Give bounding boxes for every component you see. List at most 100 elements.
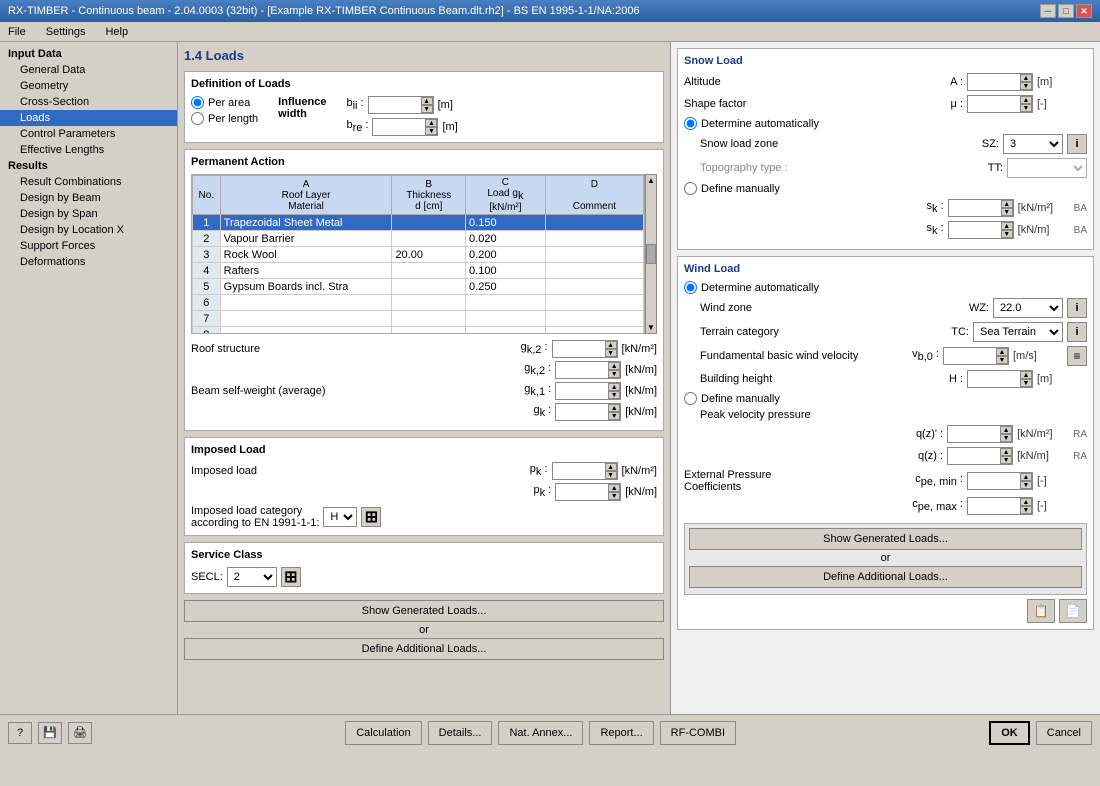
help-icon-button[interactable]: ? bbox=[8, 722, 32, 744]
minimize-button[interactable]: ─ bbox=[1040, 4, 1056, 18]
row-comment[interactable] bbox=[545, 231, 643, 247]
category-info-button[interactable]: ⊞ bbox=[361, 507, 381, 527]
b-re-input[interactable]: 1.900 bbox=[373, 119, 425, 135]
tc-select[interactable]: Sea Terrain0IIIIIIIV bbox=[973, 322, 1063, 342]
tt-select[interactable] bbox=[1007, 158, 1087, 178]
gk1-down[interactable]: ▼ bbox=[608, 391, 620, 399]
cpe-min-up[interactable]: ▲ bbox=[1020, 473, 1032, 481]
row-comment[interactable] bbox=[545, 247, 643, 263]
qz1-up[interactable]: ▲ bbox=[1000, 426, 1012, 434]
gk1-input[interactable]: 0.257 bbox=[556, 383, 608, 399]
snow-manual-radio[interactable]: Define manually bbox=[684, 182, 1087, 195]
wind-manual-radio[interactable]: Define manually bbox=[684, 392, 1087, 405]
gk1-up[interactable]: ▲ bbox=[608, 383, 620, 391]
sz-select[interactable]: 1234 bbox=[1003, 134, 1063, 154]
b-ii-up[interactable]: ▲ bbox=[421, 97, 433, 105]
wz-select[interactable]: 22.01234 bbox=[993, 298, 1063, 318]
gk-up[interactable]: ▲ bbox=[608, 404, 620, 412]
row-thickness[interactable]: 20.00 bbox=[392, 247, 466, 263]
ok-button[interactable]: OK bbox=[989, 721, 1030, 745]
wind-manual-input[interactable] bbox=[684, 392, 697, 405]
qz2-up[interactable]: ▲ bbox=[1000, 448, 1012, 456]
print-icon-button[interactable]: 🖨 bbox=[68, 722, 92, 744]
row-material[interactable]: Rock Wool bbox=[220, 247, 392, 263]
sidebar-item-deformations[interactable]: Deformations bbox=[0, 254, 177, 270]
vb0-down[interactable]: ▼ bbox=[996, 356, 1008, 364]
table-row[interactable]: 3 Rock Wool 20.00 0.200 bbox=[193, 247, 644, 263]
table-row[interactable]: 7 bbox=[193, 311, 644, 327]
table-row[interactable]: 5 Gypsum Boards incl. Stra 0.250 bbox=[193, 279, 644, 295]
altitude-down[interactable]: ▼ bbox=[1020, 82, 1032, 90]
sk1-down[interactable]: ▼ bbox=[1001, 208, 1013, 216]
sidebar-item-design-by-beam[interactable]: Design by Beam bbox=[0, 190, 177, 206]
cancel-button[interactable]: Cancel bbox=[1036, 721, 1092, 745]
row-material[interactable]: Trapezoidal Sheet Metal bbox=[220, 215, 392, 231]
cpe-min-down[interactable]: ▼ bbox=[1020, 481, 1032, 489]
right-icon-1[interactable]: 📋 bbox=[1027, 599, 1055, 623]
row-load[interactable]: 0.020 bbox=[466, 231, 546, 247]
b-re-up[interactable]: ▲ bbox=[425, 119, 437, 127]
h-down[interactable]: ▼ bbox=[1020, 379, 1032, 387]
wind-auto-radio[interactable]: Determine automatically bbox=[684, 281, 1087, 294]
close-button[interactable]: ✕ bbox=[1076, 4, 1092, 18]
radio-per-area[interactable]: Per area bbox=[191, 96, 258, 109]
sidebar-item-support-forces[interactable]: Support Forces bbox=[0, 238, 177, 254]
scroll-thumb[interactable] bbox=[646, 244, 656, 264]
maximize-button[interactable]: □ bbox=[1058, 4, 1074, 18]
gk2b-up[interactable]: ▲ bbox=[608, 362, 620, 370]
b-ii-input[interactable]: 1.700 bbox=[369, 97, 421, 113]
vb0-calc-button[interactable]: ≡ bbox=[1067, 346, 1087, 366]
pk1-input[interactable]: 0.000 bbox=[553, 463, 605, 479]
table-row[interactable]: 6 bbox=[193, 295, 644, 311]
qz1-input[interactable]: 1.285 bbox=[948, 426, 1000, 442]
sz-info-button[interactable]: i bbox=[1067, 134, 1087, 154]
secl-select[interactable]: 1 2 3 bbox=[227, 567, 277, 587]
nat-annex-button[interactable]: Nat. Annex... bbox=[498, 721, 583, 745]
category-select[interactable]: H ABCDE bbox=[323, 507, 357, 527]
table-row[interactable]: 4 Rafters 0.100 bbox=[193, 263, 644, 279]
right-define-loads-button[interactable]: Define Additional Loads... bbox=[689, 566, 1082, 588]
scroll-down[interactable]: ▼ bbox=[647, 323, 655, 332]
b-re-down[interactable]: ▼ bbox=[425, 127, 437, 135]
row-load[interactable]: 0.150 bbox=[466, 215, 546, 231]
sidebar-item-loads[interactable]: Loads bbox=[0, 110, 177, 126]
pk2-down[interactable]: ▼ bbox=[608, 492, 620, 500]
pk2-input[interactable]: 0.000 bbox=[556, 484, 608, 500]
sidebar-item-result-combinations[interactable]: Result Combinations bbox=[0, 174, 177, 190]
table-row[interactable]: 2 Vapour Barrier 0.020 bbox=[193, 231, 644, 247]
table-scrollbar[interactable]: ▲ ▼ bbox=[645, 174, 657, 334]
row-thickness[interactable] bbox=[392, 279, 466, 295]
wind-auto-input[interactable] bbox=[684, 281, 697, 294]
wz-info-button[interactable]: i bbox=[1067, 298, 1087, 318]
details-button[interactable]: Details... bbox=[428, 721, 493, 745]
gk2-up[interactable]: ▲ bbox=[605, 341, 617, 349]
sk1-up[interactable]: ▲ bbox=[1001, 200, 1013, 208]
row-load[interactable]: 0.200 bbox=[466, 247, 546, 263]
sidebar-item-general-data[interactable]: General Data bbox=[0, 62, 177, 78]
snow-auto-radio[interactable]: Determine automatically bbox=[684, 117, 1087, 130]
qz2-down[interactable]: ▼ bbox=[1000, 456, 1012, 464]
right-show-loads-button[interactable]: Show Generated Loads... bbox=[689, 528, 1082, 550]
altitude-input[interactable]: 200 bbox=[968, 74, 1020, 90]
save-icon-button[interactable]: 💾 bbox=[38, 722, 62, 744]
pk1-up[interactable]: ▲ bbox=[605, 463, 617, 471]
sk1-input[interactable]: 0.690 bbox=[949, 200, 1001, 216]
sk2-down[interactable]: ▼ bbox=[1001, 230, 1013, 238]
gk2-input[interactable]: 0.720 bbox=[553, 341, 605, 357]
gk-input[interactable]: 2.849 bbox=[556, 404, 608, 420]
row-thickness[interactable] bbox=[392, 263, 466, 279]
shape-down[interactable]: ▼ bbox=[1020, 104, 1032, 112]
define-additional-loads-button[interactable]: Define Additional Loads... bbox=[184, 638, 664, 660]
pk1-down[interactable]: ▼ bbox=[605, 471, 617, 479]
sidebar-item-cross-section[interactable]: Cross-Section bbox=[0, 94, 177, 110]
row-material[interactable]: Vapour Barrier bbox=[220, 231, 392, 247]
row-material[interactable]: Gypsum Boards incl. Stra bbox=[220, 279, 392, 295]
gk2b-input[interactable]: 2.592 bbox=[556, 362, 608, 378]
h-up[interactable]: ▲ bbox=[1020, 371, 1032, 379]
sidebar-item-geometry[interactable]: Geometry bbox=[0, 78, 177, 94]
qz1-down[interactable]: ▼ bbox=[1000, 434, 1012, 442]
row-thickness[interactable] bbox=[392, 215, 466, 231]
altitude-up[interactable]: ▲ bbox=[1020, 74, 1032, 82]
cpe-max-down[interactable]: ▼ bbox=[1020, 506, 1032, 514]
sk2-input[interactable]: 2.486 bbox=[949, 222, 1001, 238]
